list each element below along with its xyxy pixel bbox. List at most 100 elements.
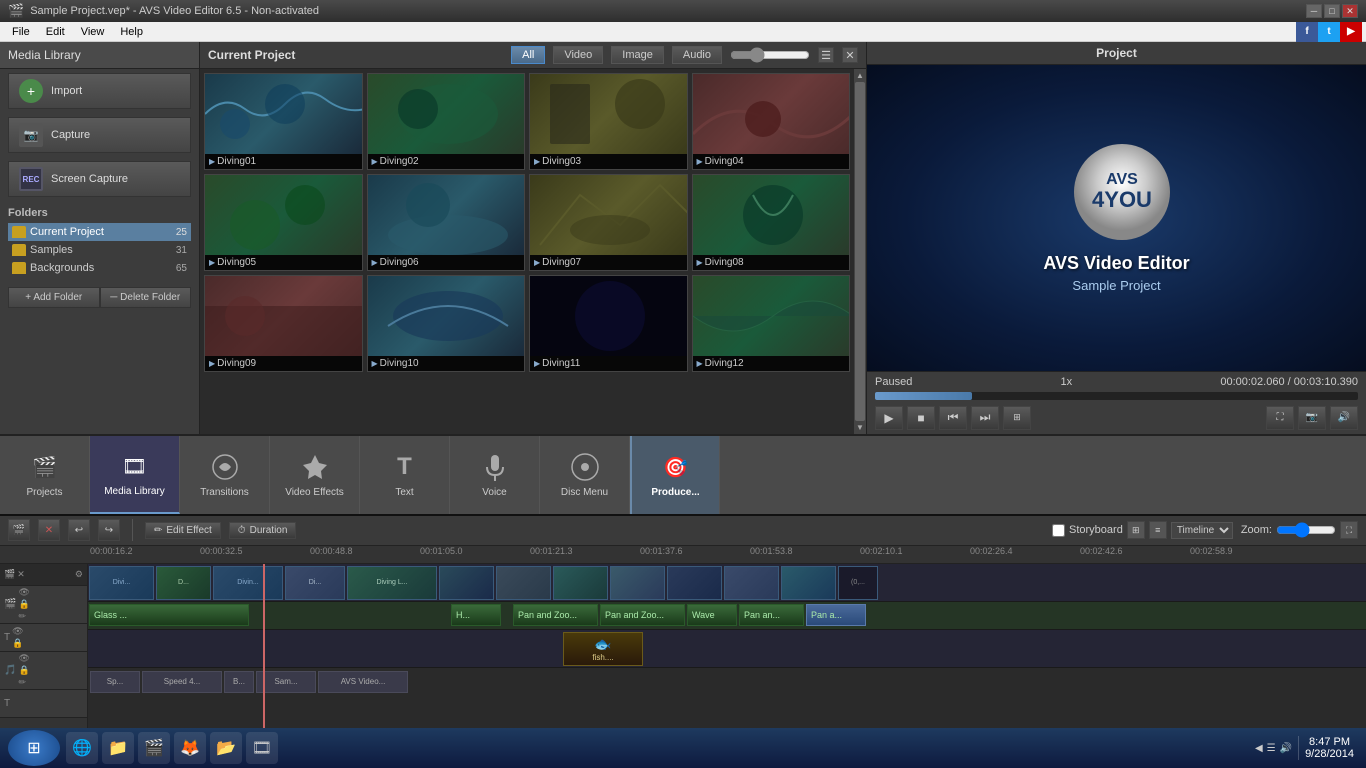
video-clip[interactable] (553, 566, 608, 600)
taskbar-media[interactable]: 🎞 (246, 732, 278, 764)
bottom-clip[interactable]: Sam... (256, 671, 316, 693)
toolbar-media-library[interactable]: 🎞 Media Library (90, 436, 180, 514)
capture-button[interactable]: 📷 Capture (8, 117, 191, 153)
text-clip[interactable]: Glass ... (89, 604, 249, 626)
text-clip[interactable]: Wave (687, 604, 737, 626)
toolbar-video-effects[interactable]: Video Effects (270, 436, 360, 514)
media-item[interactable]: ▶Diving06 (367, 174, 526, 271)
storyboard-toggle[interactable]: Storyboard ⊞ ≡ Timeline (1052, 521, 1233, 539)
taskbar-folder[interactable]: 📂 (210, 732, 242, 764)
play-button[interactable]: ▶ (875, 406, 903, 430)
duration-button[interactable]: ⏱ Duration (229, 522, 297, 539)
start-button[interactable] (8, 730, 60, 766)
playback-progress-bar[interactable] (875, 392, 1358, 400)
bottom-clip[interactable]: Speed 4... (142, 671, 222, 693)
video-clip[interactable]: Divin... (213, 566, 283, 600)
menu-file[interactable]: File (4, 26, 38, 38)
filter-audio-button[interactable]: Audio (672, 46, 722, 64)
zoom-slider[interactable] (1276, 522, 1336, 538)
menu-help[interactable]: Help (112, 26, 151, 38)
text-clip[interactable]: Pan a... (806, 604, 866, 626)
systray-arrow[interactable]: ◀ (1255, 743, 1263, 754)
stop-button[interactable]: ■ (907, 406, 935, 430)
media-item[interactable]: ▶Diving12 (692, 275, 851, 372)
undo-button[interactable]: ✕ (38, 519, 60, 541)
close-panel-button[interactable]: ✕ (842, 47, 858, 63)
video-clip[interactable]: D... (156, 566, 211, 600)
menu-edit[interactable]: Edit (38, 26, 73, 38)
toolbar-disc-menu[interactable]: Disc Menu (540, 436, 630, 514)
size-slider[interactable] (730, 47, 810, 63)
filter-all-button[interactable]: All (511, 46, 545, 64)
toolbar-produce[interactable]: 🎯 Produce... (630, 436, 720, 514)
edit-effect-button[interactable]: ✏ Edit Effect (145, 522, 221, 539)
taskbar-firefox[interactable]: 🦊 (174, 732, 206, 764)
folder-current-project[interactable]: Current Project 25 (8, 223, 191, 241)
text-clip[interactable]: Pan an... (739, 604, 804, 626)
filter-video-button[interactable]: Video (553, 46, 603, 64)
screen-capture-button[interactable]: REC Screen Capture (8, 161, 191, 197)
folder-backgrounds[interactable]: Backgrounds 65 (8, 259, 191, 277)
timeline-view-select[interactable]: Timeline (1171, 522, 1233, 539)
text-clip[interactable]: Pan and Zoo... (513, 604, 598, 626)
undo-arrow-button[interactable]: ↩ (68, 519, 90, 541)
storyboard-checkbox[interactable] (1052, 524, 1065, 537)
video-clip[interactable] (724, 566, 779, 600)
toolbar-text[interactable]: T Text (360, 436, 450, 514)
video-clip[interactable]: Divi... (89, 566, 154, 600)
timeline-view-btn[interactable]: ≡ (1149, 521, 1167, 539)
media-item[interactable]: ▶Diving02 (367, 73, 526, 170)
media-item[interactable]: ▶Diving05 (204, 174, 363, 271)
video-clip[interactable]: Di... (285, 566, 345, 600)
bottom-clip[interactable]: B... (224, 671, 254, 693)
fit-timeline-button[interactable]: ⛶ (1340, 521, 1358, 539)
media-item[interactable]: ▶Diving04 (692, 73, 851, 170)
media-item[interactable]: ▶Diving07 (529, 174, 688, 271)
systray-volume[interactable]: 🔊 (1280, 743, 1292, 754)
media-item[interactable]: ▶Diving01 (204, 73, 363, 170)
volume-button[interactable]: 🔊 (1330, 406, 1358, 430)
media-item[interactable]: ▶Diving03 (529, 73, 688, 170)
timeline-icon-1[interactable]: 🎬 (8, 519, 30, 541)
audio-clip[interactable]: 🐟 fish.... (563, 632, 643, 666)
minimize-button[interactable]: ─ (1306, 4, 1322, 18)
toolbar-voice[interactable]: Voice (450, 436, 540, 514)
youtube-icon[interactable]: ▶ (1340, 22, 1362, 42)
import-button[interactable]: + Import (8, 73, 191, 109)
media-scrollbar[interactable]: ▲ ▼ (854, 69, 866, 434)
video-clip[interactable] (781, 566, 836, 600)
media-item[interactable]: ▶Diving10 (367, 275, 526, 372)
video-clip[interactable] (667, 566, 722, 600)
maximize-button[interactable]: □ (1324, 4, 1340, 18)
video-clip[interactable]: Diving L... (347, 566, 437, 600)
close-button[interactable]: ✕ (1342, 4, 1358, 18)
snapshot-button[interactable]: 📷 (1298, 406, 1326, 430)
prev-button[interactable]: ⏮ (939, 406, 967, 430)
menu-view[interactable]: View (73, 26, 113, 38)
video-clip[interactable]: (0,... (838, 566, 878, 600)
video-clip[interactable] (439, 566, 494, 600)
system-clock[interactable]: 8:47 PM 9/28/2014 (1305, 736, 1354, 760)
bottom-clip[interactable]: Sp... (90, 671, 140, 693)
twitter-icon[interactable]: t (1318, 22, 1340, 42)
delete-folder-button[interactable]: ─ Delete Folder (100, 287, 192, 308)
frame-step-button[interactable]: ⊞ (1003, 406, 1031, 430)
taskbar-ie[interactable]: 🌐 (66, 732, 98, 764)
facebook-icon[interactable]: f (1296, 22, 1318, 42)
video-clip[interactable] (496, 566, 551, 600)
media-item[interactable]: ▶Diving09 (204, 275, 363, 372)
video-clip[interactable] (610, 566, 665, 600)
bottom-clip[interactable]: AVS Video... (318, 671, 408, 693)
media-item[interactable]: ▶Diving11 (529, 275, 688, 372)
folder-samples[interactable]: Samples 31 (8, 241, 191, 259)
toolbar-transitions[interactable]: Transitions (180, 436, 270, 514)
text-clip[interactable]: Pan and Zoo... (600, 604, 685, 626)
grid-view-button[interactable]: ☰ (818, 47, 834, 63)
media-item[interactable]: ▶Diving08 (692, 174, 851, 271)
redo-arrow-button[interactable]: ↪ (98, 519, 120, 541)
filter-image-button[interactable]: Image (611, 46, 664, 64)
taskbar-explorer[interactable]: 📁 (102, 732, 134, 764)
text-clip[interactable]: H... (451, 604, 501, 626)
storyboard-btn[interactable]: ⊞ (1127, 521, 1145, 539)
add-folder-button[interactable]: + Add Folder (8, 287, 100, 308)
